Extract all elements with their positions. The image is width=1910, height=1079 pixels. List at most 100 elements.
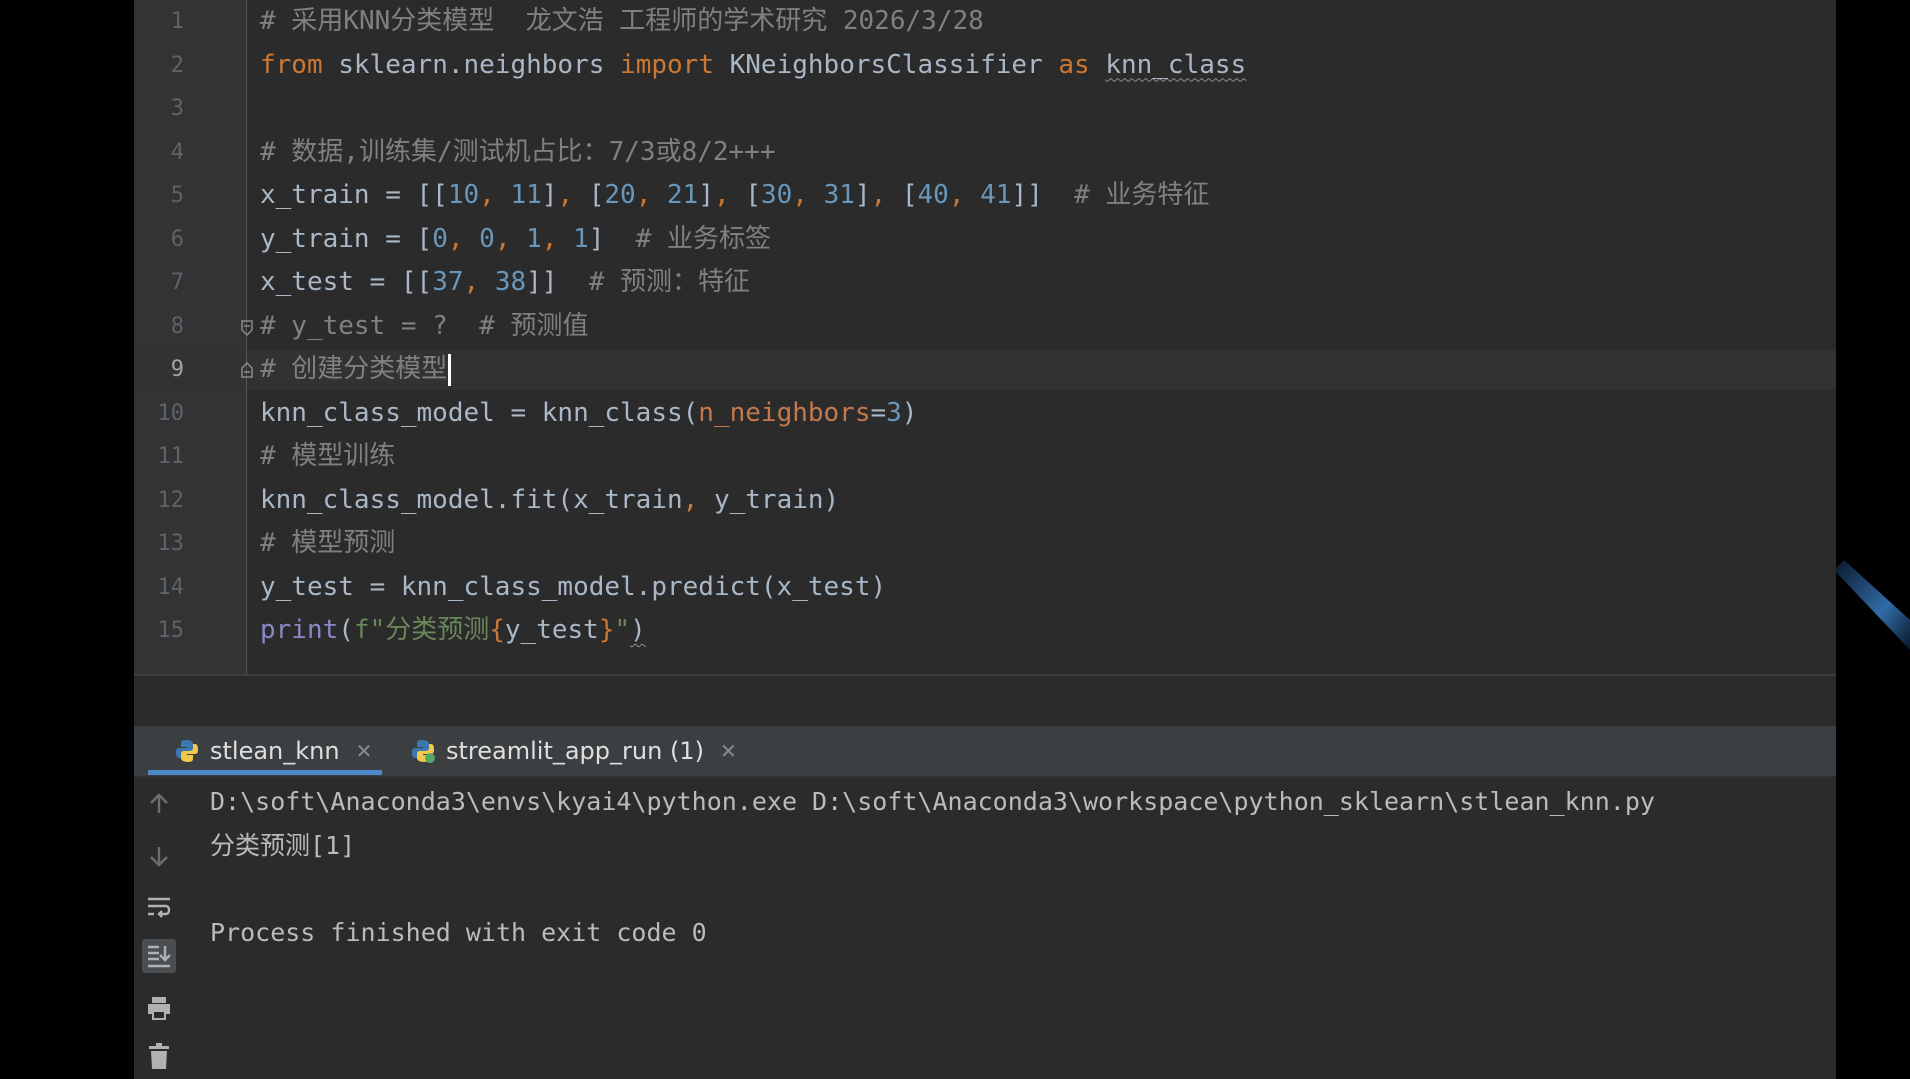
code-line[interactable]: y_test = knn_class_model.predict(x_test) [260, 566, 886, 610]
code-token: # 业务特征 [1074, 180, 1210, 210]
line-number: 3 [170, 96, 184, 121]
code-token: sklearn.neighbors [322, 49, 621, 80]
code-token: ) [630, 615, 646, 645]
code-token: # 模型训练 [260, 441, 396, 471]
console-line: Process finished with exit code 0 [210, 917, 707, 947]
code-token: knn_class_model.fit(x_train [260, 484, 683, 515]
line-number: 10 [157, 400, 185, 426]
code-token: # 数据,训练集/测试机占比：7/3或8/2+++ [260, 136, 776, 167]
code-token: # 预测：特征 [588, 267, 751, 297]
code-token: 11 [510, 180, 542, 210]
code-token: , [541, 223, 574, 254]
code-token: # 业务标签 [635, 223, 772, 254]
code-token: # 采用KNN分类模型 龙文浩 工程师的学术研究 2026/3/28 [260, 6, 984, 36]
code-token: ( [338, 615, 354, 645]
python-icon [176, 740, 198, 762]
code-token: [ [588, 180, 605, 210]
code-line[interactable]: x_train = [[10, 11], [20, 21], [30, 31],… [260, 174, 1209, 218]
code-token: 0 [479, 223, 495, 254]
code-token: , [870, 180, 902, 210]
code-token: ] [698, 180, 714, 210]
soft-wrap-icon[interactable] [142, 891, 176, 925]
code-token: knn_class [1105, 49, 1247, 80]
code-token: , [792, 180, 824, 210]
code-token: ]] [526, 267, 589, 297]
code-token: " [614, 615, 631, 645]
code-token: 1 [573, 223, 589, 254]
code-token: 1 [526, 223, 542, 254]
code-token: knn_class_model = knn_class( [260, 397, 699, 428]
trash-icon[interactable] [142, 1039, 176, 1073]
tab-streamlit-app-run[interactable]: streamlit_app_run (1) ✕ [410, 726, 737, 776]
code-token: x_train = [[ [260, 180, 448, 210]
fold-start-icon[interactable] [240, 320, 254, 336]
line-number: 11 [157, 444, 185, 469]
run-tab-bar: stlean_knn ✕ streamlit_app_run (1) ✕ [134, 726, 1836, 777]
code-line[interactable]: # 采用KNN分类模型 龙文浩 工程师的学术研究 2026/3/28 [260, 0, 984, 44]
close-icon[interactable]: ✕ [720, 739, 737, 763]
line-number: 7 [170, 270, 184, 295]
code-token: y_train) [713, 484, 840, 515]
tab-label: streamlit_app_run (1) [446, 737, 704, 765]
code-token: , [948, 180, 981, 210]
code-token: , [479, 180, 511, 210]
print-icon[interactable] [142, 991, 176, 1025]
code-token: 38 [494, 267, 527, 297]
ide-window: 1 2 3 4 5 6 7 8 9 10 11 12 13 14 15 # 采用KNN分类模型 龙文浩 工程… [134, 0, 1836, 1079]
line-number: 12 [157, 487, 185, 513]
tab-label: stlean_knn [210, 737, 340, 765]
code-token: f"分类预测 [353, 615, 490, 645]
code-token: , [447, 223, 480, 254]
code-token: print [260, 615, 339, 645]
code-line[interactable]: x_test = [[37, 38]] # 预测：特征 [260, 261, 750, 305]
code-token: y_test [504, 615, 599, 645]
code-token: 10 [447, 180, 480, 210]
console-output[interactable]: D:\soft\Anaconda3\envs\kyai4\python.exe … [210, 780, 1655, 954]
line-number: 14 [157, 574, 185, 600]
line-number: 1 [170, 9, 184, 34]
code-line[interactable]: from sklearn.neighbors import KNeighbors… [260, 44, 1246, 88]
code-line[interactable]: # 创建分类模型 [260, 348, 452, 392]
code-token: as [1058, 49, 1090, 80]
code-token: n_neighbors [698, 397, 871, 428]
code-line[interactable]: knn_class_model = knn_class(n_neighbors=… [260, 392, 917, 436]
code-line[interactable]: y_train = [0, 0, 1, 1] # 业务标签 [260, 218, 771, 262]
code-token: [ [745, 180, 761, 210]
scroll-to-end-icon[interactable] [142, 939, 176, 973]
gutter-divider [246, 0, 247, 674]
code-line[interactable]: print(f"分类预测{y_test}") [260, 609, 646, 653]
code-token: ) [901, 397, 918, 428]
arrow-down-icon[interactable] [142, 839, 176, 873]
line-number: 4 [170, 139, 184, 165]
close-icon[interactable]: ✕ [356, 739, 373, 763]
fold-end-icon[interactable] [240, 362, 254, 378]
arrow-up-icon[interactable] [142, 787, 176, 821]
code-token: # 创建分类模型 [260, 354, 448, 384]
code-line[interactable]: knn_class_model.fit(x_train, y_train) [260, 479, 839, 523]
code-token: ] [541, 180, 558, 210]
editor-bottom-space [134, 676, 1836, 726]
code-editor[interactable]: 1 2 3 4 5 6 7 8 9 10 11 12 13 14 15 # 采用KNN分类模型 龙文浩 工程… [134, 0, 1836, 674]
code-token: ] [588, 223, 636, 254]
line-number: 8 [170, 313, 184, 339]
code-token: } [598, 615, 615, 645]
line-number: 9 [170, 357, 184, 382]
code-line[interactable]: # y_test = ? # 预测值 [260, 305, 588, 349]
code-token: { [489, 615, 505, 645]
code-token: 41 [980, 180, 1012, 210]
code-token: ] [854, 180, 871, 210]
line-number: 15 [157, 618, 185, 643]
code-line[interactable]: # 数据,训练集/测试机占比：7/3或8/2+++ [260, 131, 776, 175]
code-token: 21 [667, 180, 699, 210]
code-token: KNeighborsClassifier [713, 49, 1059, 80]
code-token: 31 [823, 180, 855, 210]
tab-stlean-knn[interactable]: stlean_knn ✕ [174, 726, 372, 776]
line-number: 6 [170, 226, 184, 252]
code-line[interactable]: # 模型预测 [260, 522, 395, 566]
code-token: from [260, 49, 323, 80]
code-token: , [682, 484, 714, 515]
code-line[interactable]: # 模型训练 [260, 435, 395, 479]
code-token: , [635, 180, 668, 210]
code-token: [ [901, 180, 918, 210]
